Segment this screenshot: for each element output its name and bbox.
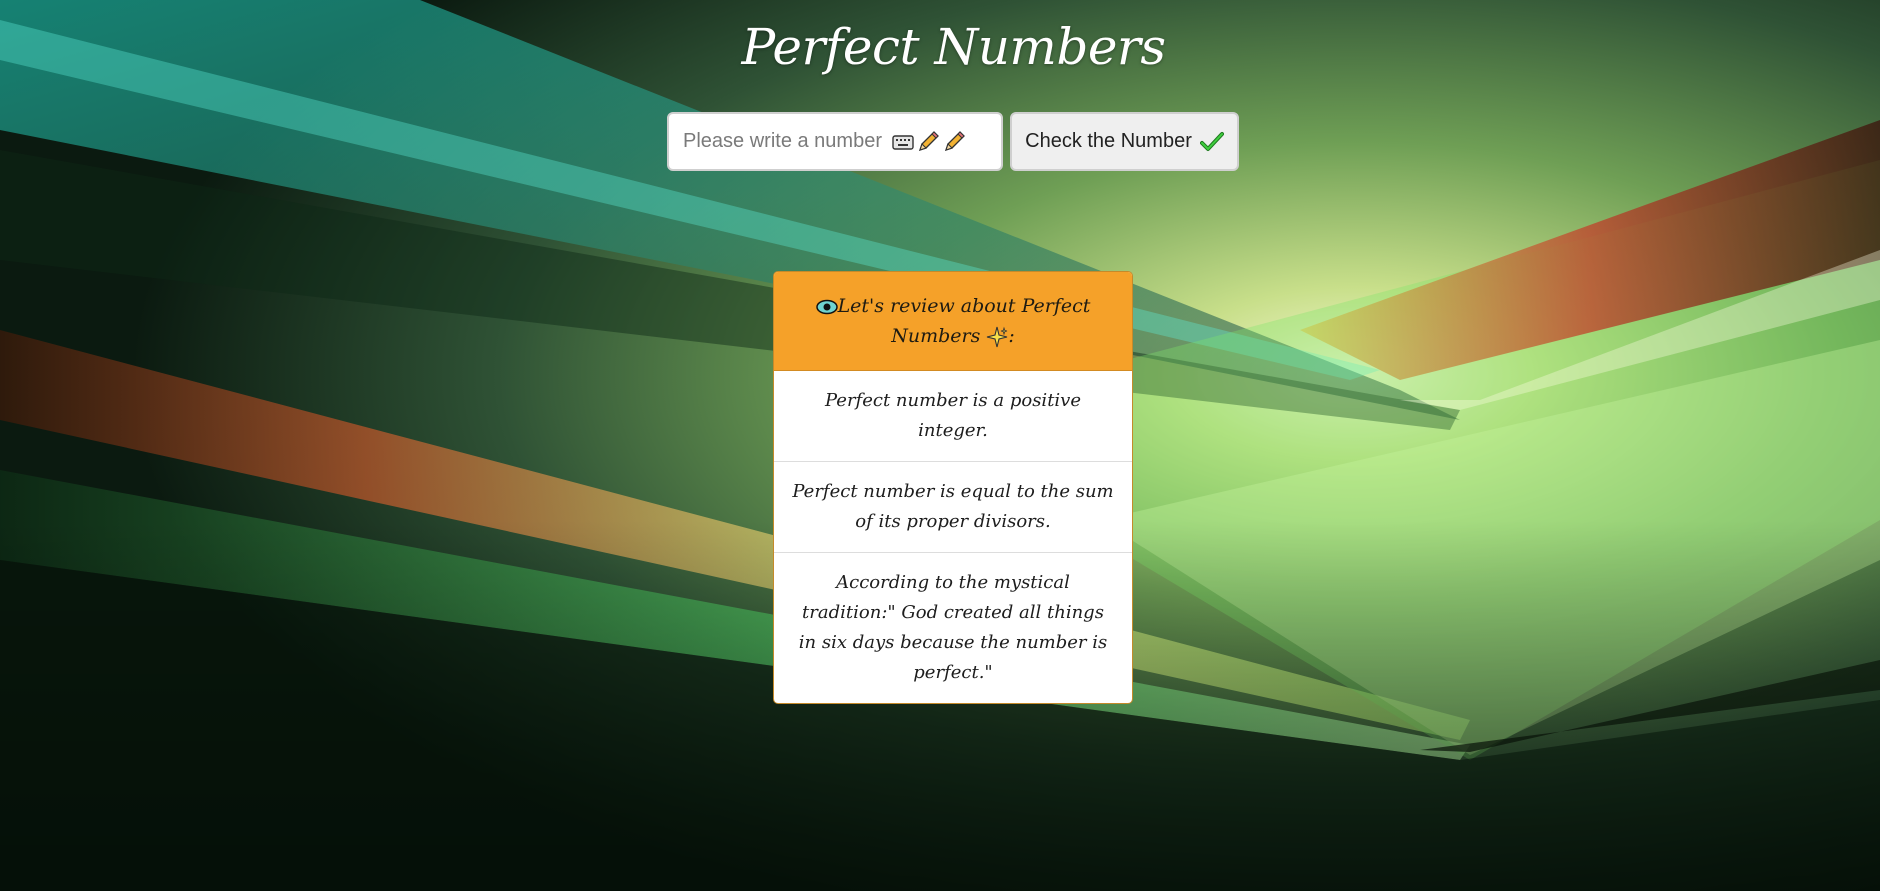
- pencil-icon: [944, 130, 965, 151]
- page-title: Perfect Numbers: [741, 18, 1167, 76]
- review-card-title-colon: :: [1008, 325, 1015, 347]
- review-card-header: Let's review about Perfect Numbers :: [774, 272, 1132, 371]
- eye-icon: [815, 299, 838, 315]
- fact-item: According to the mystical tradition:" Go…: [798, 572, 1108, 683]
- check-number-button[interactable]: Check the Number: [1010, 112, 1239, 171]
- fact-item: Perfect number is equal to the sum of it…: [774, 462, 1132, 553]
- sparkles-icon: [987, 326, 1008, 348]
- number-input[interactable]: Please write a number: [667, 112, 1003, 171]
- keyboard-icon: [892, 134, 914, 150]
- review-card-title: Let's review about Perfect Numbers: [837, 295, 1091, 347]
- fact-item: Perfect number is a positive integer.: [774, 371, 1132, 462]
- check-mark-icon: [1199, 131, 1224, 151]
- review-card: Let's review about Perfect Numbers : Per…: [773, 271, 1133, 704]
- pencil-icon: [918, 130, 939, 151]
- check-number-button-label: Check the Number: [1025, 130, 1192, 152]
- number-input-placeholder: Please write a number: [683, 130, 882, 152]
